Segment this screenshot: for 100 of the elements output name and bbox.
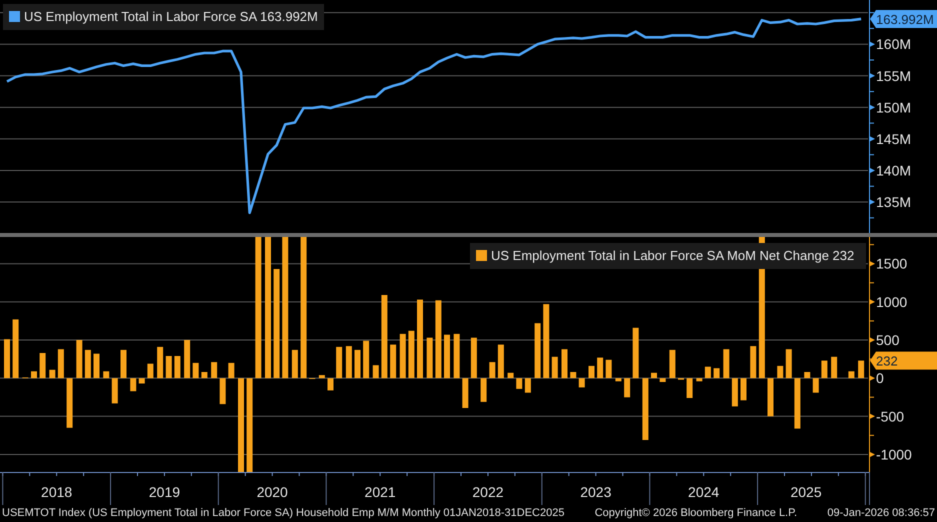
bar [400,334,406,378]
value-tag: 163.992M [870,10,937,28]
bar [642,378,648,440]
bar [615,378,622,382]
bar [660,378,666,382]
bar [794,378,800,429]
bar [848,371,854,378]
bar [732,378,738,406]
bar [372,365,379,378]
bar [632,328,639,378]
bar [651,372,657,378]
bar [831,356,838,378]
bar [174,356,180,378]
bar [624,378,630,398]
bar [84,350,91,378]
axis-label: 2025 [790,484,822,500]
bar [777,366,784,378]
bar [184,340,190,378]
bar [516,378,522,389]
bar [524,378,531,393]
bar [157,346,164,378]
axis-label: 2021 [364,484,396,500]
bar [768,378,774,416]
bar [821,360,828,378]
bar [328,378,334,390]
bar [686,378,693,398]
bar [858,360,864,378]
bar [346,346,352,378]
bar [750,346,756,378]
axis-label: -500 [876,408,904,424]
axis-label: 145M [876,130,912,147]
bar [534,323,541,378]
bar [211,362,218,378]
bar [597,358,604,378]
axis-label: 0 [876,370,884,386]
bar [606,360,612,378]
bar [444,334,450,378]
bar [220,378,226,404]
bar [740,378,746,400]
timestamp: 09-Jan-2026 08:36:57 [827,506,935,522]
bar [228,362,234,378]
bar [498,344,504,378]
axis-label: 140M [876,162,912,178]
bar [723,349,730,378]
bar [76,340,82,378]
bar [462,378,468,408]
bar [12,319,19,378]
bar [49,370,56,378]
legend-text: US Employment Total in Labor Force SA MoM Net Change 232 [491,247,854,265]
bar [390,344,396,378]
bar [201,372,208,378]
axis-label: 1000 [876,294,908,310]
bar [552,356,558,378]
bar [4,339,10,378]
value-tag: 232 [870,352,937,370]
axis-label: 2023 [580,484,612,500]
bar [292,350,298,378]
axis-label: 2019 [148,484,180,500]
bar [508,372,514,378]
bar [336,346,342,378]
bar [130,378,136,392]
copyright-text: Copyright© 2026 Bloomberg Finance L.P. [594,506,798,522]
bar [470,338,477,378]
axis-label: 135M [876,194,912,210]
axis-label: -1000 [876,446,912,462]
bar [318,375,325,378]
axis-label: 2018 [41,484,72,500]
bar [103,371,110,378]
bar [786,349,792,378]
bar [588,366,594,378]
bar [40,353,46,378]
bar [363,340,370,378]
bar [562,349,568,378]
axis-label: 2022 [472,484,504,500]
chart-description: USEMTOT Index (US Employment Total in Labor Force SA) Household Emp M/M Monthly 01JAN2018-31DEC2025 [2,506,564,522]
bar [570,372,576,378]
bar [426,338,433,378]
bar [696,378,702,382]
bar [578,378,585,388]
bar [704,366,711,378]
axis-label: 155M [876,68,912,84]
axis-label: 150M [876,99,912,116]
bar [812,378,819,393]
bar [66,378,73,428]
axis-label: 1500 [876,256,908,272]
bar [804,372,810,378]
bar [454,334,460,378]
bar [480,378,487,402]
axis-label: 500 [876,332,900,348]
bar [31,371,37,378]
bar [138,378,145,384]
bar [166,356,172,378]
bar [354,350,360,378]
bar [192,362,199,378]
axis-label: 160M [876,36,912,52]
bar [489,362,496,378]
legend-text: US Employment Total in Labor Force SA 163.992M [24,8,318,26]
bar [58,349,64,378]
bar [94,354,100,378]
bar [669,350,676,378]
